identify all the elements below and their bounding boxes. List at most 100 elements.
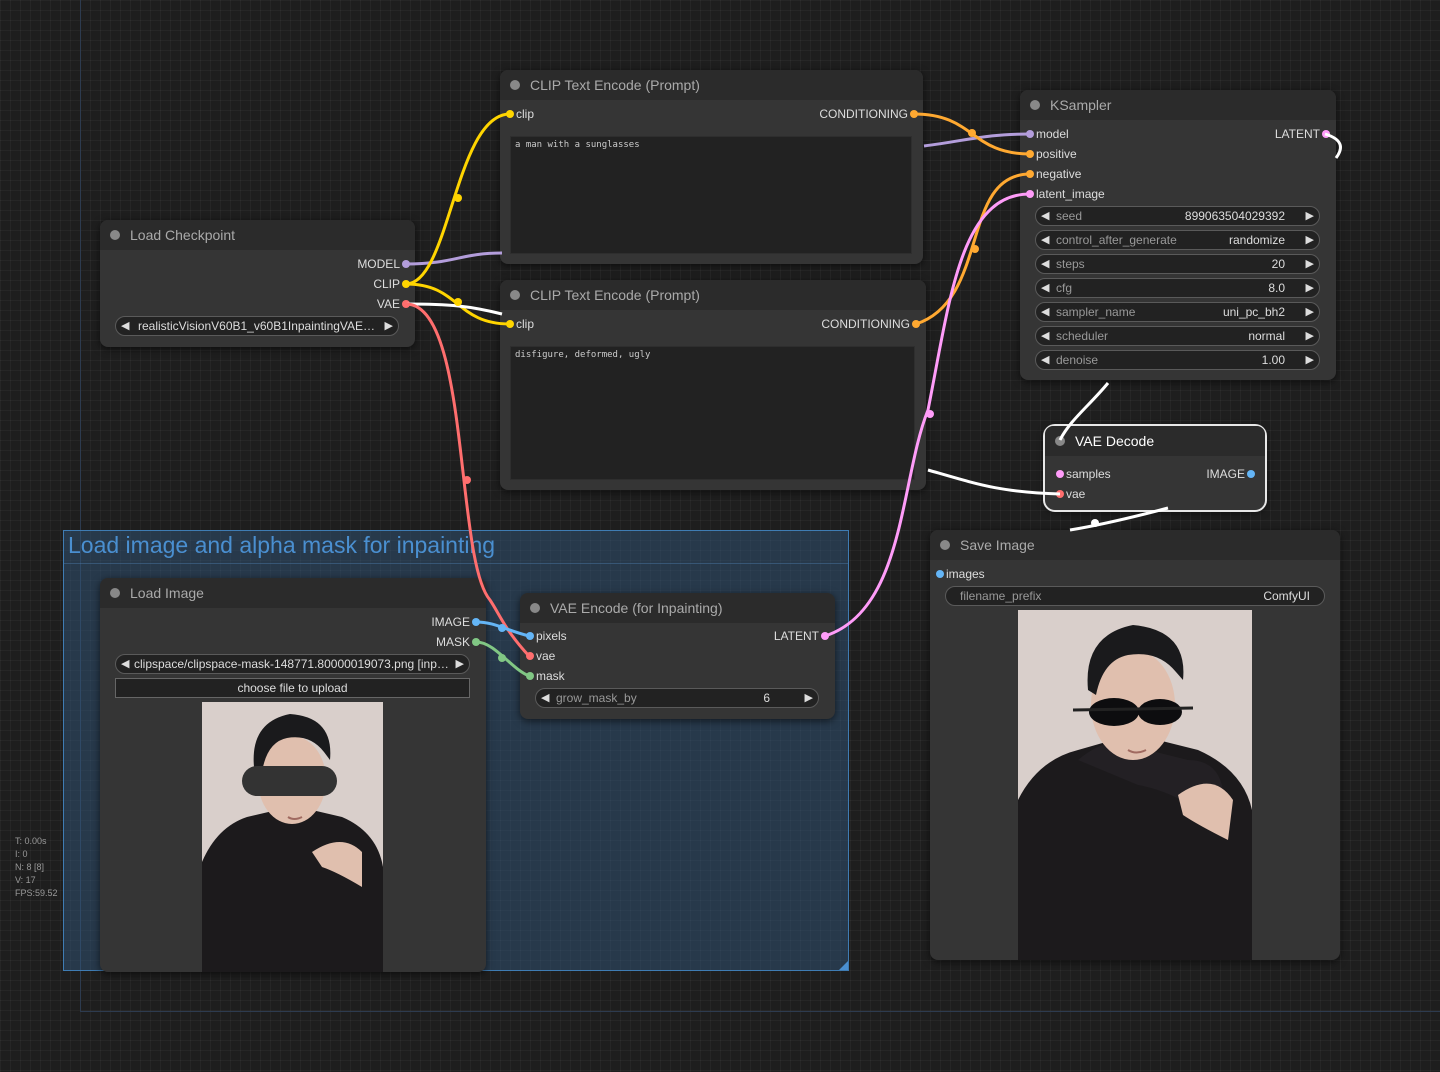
slot-dot[interactable]	[1026, 190, 1034, 198]
widget-grow-mask-by[interactable]: ◀ grow_mask_by 6 ▶	[535, 688, 819, 708]
slot-dot[interactable]	[472, 618, 480, 626]
decrement-arrow-icon[interactable]: ◀	[1041, 231, 1049, 249]
node-vae-encode-inpaint[interactable]: VAE Encode (for Inpainting) pixels vae m…	[520, 593, 835, 719]
input-slot-clip[interactable]: clip	[506, 314, 606, 334]
increment-arrow-icon[interactable]: ▶	[805, 689, 813, 707]
decrement-arrow-icon[interactable]: ◀	[1041, 327, 1049, 345]
node-title-bar[interactable]: KSampler	[1020, 90, 1336, 120]
decrement-arrow-icon[interactable]: ◀	[121, 317, 129, 335]
prompt-textarea[interactable]: disfigure, deformed, ugly	[510, 346, 915, 480]
input-slot-model[interactable]: model	[1026, 124, 1146, 144]
slot-dot[interactable]	[402, 280, 410, 288]
node-title-bar[interactable]: Load Checkpoint	[100, 220, 415, 250]
increment-arrow-icon[interactable]: ▶	[1306, 351, 1314, 369]
widget-control-after-generate[interactable]: ◀ control_after_generate randomize ▶	[1035, 230, 1320, 250]
slot-dot[interactable]	[821, 632, 829, 640]
node-title-bar[interactable]: CLIP Text Encode (Prompt)	[500, 280, 926, 310]
input-slot-latent-image[interactable]: latent_image	[1026, 184, 1146, 204]
input-slot-positive[interactable]: positive	[1026, 144, 1146, 164]
slot-dot[interactable]	[936, 570, 944, 578]
increment-arrow-icon[interactable]: ▶	[1306, 207, 1314, 225]
output-slot-image[interactable]: IMAGE	[1165, 464, 1255, 484]
input-slot-vae[interactable]: vae	[1056, 484, 1146, 504]
group-resize-handle[interactable]	[839, 961, 848, 970]
decrement-arrow-icon[interactable]: ◀	[541, 689, 549, 707]
input-slot-pixels[interactable]: pixels	[526, 626, 626, 646]
node-clip-text-encode-positive[interactable]: CLIP Text Encode (Prompt) clip CONDITION…	[500, 70, 923, 264]
widget-scheduler[interactable]: ◀ scheduler normal ▶	[1035, 326, 1320, 346]
input-slot-clip[interactable]: clip	[506, 104, 606, 124]
increment-arrow-icon[interactable]: ▶	[456, 655, 464, 673]
slot-dot[interactable]	[1026, 170, 1034, 178]
node-title-bar[interactable]: VAE Encode (for Inpainting)	[520, 593, 835, 623]
output-slot-conditioning[interactable]: CONDITIONING	[768, 104, 918, 124]
input-slot-mask[interactable]: mask	[526, 666, 626, 686]
decrement-arrow-icon[interactable]: ◀	[1041, 255, 1049, 273]
decrement-arrow-icon[interactable]: ◀	[121, 655, 129, 673]
slot-dot[interactable]	[506, 110, 514, 118]
output-slot-vae[interactable]: VAE	[260, 294, 410, 314]
prompt-textarea[interactable]: a man with a sunglasses	[510, 136, 912, 254]
node-vae-decode[interactable]: VAE Decode samples vae IMAGE	[1043, 424, 1267, 512]
increment-arrow-icon[interactable]: ▶	[1306, 255, 1314, 273]
group-title[interactable]: Load image and alpha mask for inpainting	[68, 532, 495, 559]
output-slot-conditioning[interactable]: CONDITIONING	[770, 314, 920, 334]
widget-cfg[interactable]: ◀ cfg 8.0 ▶	[1035, 278, 1320, 298]
node-title-bar[interactable]: CLIP Text Encode (Prompt)	[500, 70, 923, 100]
decrement-arrow-icon[interactable]: ◀	[1041, 351, 1049, 369]
node-title-bar[interactable]: VAE Decode	[1045, 426, 1265, 456]
slot-dot[interactable]	[506, 320, 514, 328]
decrement-arrow-icon[interactable]: ◀	[1041, 303, 1049, 321]
output-slot-clip[interactable]: CLIP	[260, 274, 410, 294]
collapse-dot[interactable]	[510, 290, 520, 300]
slot-dot[interactable]	[1026, 150, 1034, 158]
collapse-dot[interactable]	[510, 80, 520, 90]
output-slot-latent[interactable]: LATENT	[1210, 124, 1330, 144]
slot-dot[interactable]	[402, 300, 410, 308]
increment-arrow-icon[interactable]: ▶	[1306, 231, 1314, 249]
collapse-dot[interactable]	[110, 230, 120, 240]
node-clip-text-encode-negative[interactable]: CLIP Text Encode (Prompt) clip CONDITION…	[500, 280, 926, 490]
slot-dot[interactable]	[526, 652, 534, 660]
widget-filename-prefix[interactable]: filename_prefix ComfyUI	[945, 586, 1325, 606]
decrement-arrow-icon[interactable]: ◀	[1041, 279, 1049, 297]
input-slot-negative[interactable]: negative	[1026, 164, 1146, 184]
collapse-dot[interactable]	[530, 603, 540, 613]
collapse-dot[interactable]	[110, 588, 120, 598]
widget-image-combo[interactable]: ◀ clipspace/clipspace-mask-148771.800000…	[115, 654, 470, 674]
ckpt-name-combo[interactable]: ◀ realisticVisionV60B1_v60B1InpaintingVA…	[115, 316, 399, 336]
output-slot-latent[interactable]: LATENT	[729, 626, 829, 646]
increment-arrow-icon[interactable]: ▶	[385, 317, 393, 335]
slot-dot[interactable]	[1056, 490, 1064, 498]
input-slot-samples[interactable]: samples	[1056, 464, 1146, 484]
upload-button[interactable]: choose file to upload	[115, 678, 470, 698]
slot-dot[interactable]	[526, 632, 534, 640]
slot-dot[interactable]	[912, 320, 920, 328]
widget-steps[interactable]: ◀ steps 20 ▶	[1035, 254, 1320, 274]
increment-arrow-icon[interactable]: ▶	[1306, 279, 1314, 297]
increment-arrow-icon[interactable]: ▶	[1306, 327, 1314, 345]
output-slot-mask[interactable]: MASK	[380, 632, 480, 652]
node-load-image[interactable]: Load Image IMAGE MASK ◀ clipspace/clipsp…	[100, 578, 486, 972]
slot-dot[interactable]	[402, 260, 410, 268]
slot-dot[interactable]	[1026, 130, 1034, 138]
node-ksampler[interactable]: KSampler model positive negative latent_…	[1020, 90, 1336, 380]
slot-dot[interactable]	[472, 638, 480, 646]
increment-arrow-icon[interactable]: ▶	[1306, 303, 1314, 321]
widget-seed[interactable]: ◀ seed 899063504029392 ▶	[1035, 206, 1320, 226]
collapse-dot[interactable]	[1055, 436, 1065, 446]
collapse-dot[interactable]	[1030, 100, 1040, 110]
input-slot-vae[interactable]: vae	[526, 646, 626, 666]
node-title-bar[interactable]: Load Image	[100, 578, 486, 608]
slot-dot[interactable]	[1247, 470, 1255, 478]
collapse-dot[interactable]	[940, 540, 950, 550]
node-save-image[interactable]: Save Image images filename_prefix ComfyU…	[930, 530, 1340, 960]
node-load-checkpoint[interactable]: Load Checkpoint MODEL CLIP VAE ◀ realist…	[100, 220, 415, 347]
slot-dot[interactable]	[910, 110, 918, 118]
node-title-bar[interactable]: Save Image	[930, 530, 1340, 560]
widget-denoise[interactable]: ◀ denoise 1.00 ▶	[1035, 350, 1320, 370]
slot-dot[interactable]	[526, 672, 534, 680]
decrement-arrow-icon[interactable]: ◀	[1041, 207, 1049, 225]
input-slot-images[interactable]: images	[936, 564, 1036, 584]
widget-sampler-name[interactable]: ◀ sampler_name uni_pc_bh2 ▶	[1035, 302, 1320, 322]
